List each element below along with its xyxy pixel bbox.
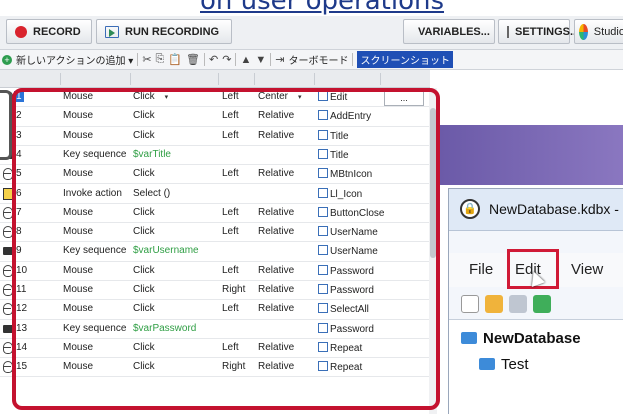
paste-icon[interactable]: 📋 (168, 53, 182, 66)
column-divider (380, 73, 381, 85)
toolbar-divider (270, 53, 272, 66)
column-divider (130, 73, 131, 85)
tree-root-label: NewDatabase (483, 330, 581, 347)
column-divider (314, 73, 315, 85)
studio-label: Studio (593, 25, 623, 38)
copy-icon[interactable]: ⎘ (156, 53, 165, 66)
desktop-background (440, 125, 623, 185)
toolbar-divider (235, 53, 237, 66)
settings-label: SETTINGS... (515, 25, 580, 38)
new-database-icon[interactable] (461, 295, 479, 313)
run-recording-icon (105, 25, 119, 38)
folder-icon (461, 332, 477, 344)
variables-button[interactable]: VARIABLES... (403, 19, 495, 44)
settings-button[interactable]: SETTINGS... (498, 19, 579, 44)
turbo-mode-icon: ⇥ (275, 54, 285, 66)
tree-root[interactable]: NewDatabase (461, 330, 581, 347)
redo-icon[interactable]: ↷ (222, 53, 231, 66)
keepass-preview: 🔒 NewDatabase.kdbx - I File Edit View Ne… (440, 70, 623, 414)
keepass-lock-icon: 🔒 (460, 199, 480, 219)
tree-child[interactable]: Test (479, 356, 529, 373)
run-recording-button[interactable]: RUN RECORDING (96, 19, 232, 44)
column-divider (254, 73, 255, 85)
open-database-icon[interactable] (485, 295, 503, 313)
keepass-window: 🔒 NewDatabase.kdbx - I File Edit View Ne… (448, 188, 623, 414)
studio-logo-icon (579, 23, 588, 40)
record-button[interactable]: RECORD (6, 19, 92, 44)
group-tree: NewDatabase Test (449, 319, 623, 414)
settings-icon (507, 25, 509, 38)
toolbar-divider (204, 53, 206, 66)
action-list-highlight (12, 88, 440, 410)
toolbar-divider (352, 53, 354, 66)
page-heading: on user operations (200, 0, 445, 16)
add-entry-icon[interactable] (533, 295, 551, 313)
keepass-toolbar (461, 293, 623, 317)
add-action-icon[interactable]: + (2, 54, 12, 65)
screenshot-button[interactable]: スクリーンショット (357, 51, 453, 68)
studio-button[interactable]: Studio (574, 19, 623, 44)
keepass-titlebar: 🔒 NewDatabase.kdbx - I (449, 189, 623, 231)
column-divider (218, 73, 219, 85)
turbo-mode-toggle[interactable]: ターボモード (288, 52, 348, 67)
undo-icon[interactable]: ↶ (209, 53, 218, 66)
delete-icon[interactable]: 🗑 (186, 53, 200, 66)
record-label: RECORD (33, 25, 81, 38)
column-header-row (0, 70, 430, 88)
move-down-icon[interactable]: ▼ (255, 54, 266, 66)
menu-view[interactable]: View (571, 261, 603, 278)
menu-file[interactable]: File (469, 261, 493, 278)
keepass-window-title: NewDatabase.kdbx - I (489, 201, 623, 217)
callout-bracket (0, 90, 12, 160)
cut-icon[interactable]: ✂ (142, 53, 151, 66)
column-divider (60, 73, 61, 85)
folder-icon (479, 358, 495, 370)
run-recording-label: RUN RECORDING (125, 25, 220, 38)
move-up-icon[interactable]: ▲ (240, 54, 251, 66)
toolbar-divider (137, 53, 139, 66)
add-action-menu[interactable]: 新しいアクションの追加 ▾ (16, 52, 133, 67)
record-icon (15, 25, 27, 38)
action-toolbar: + 新しいアクションの追加 ▾ ✂ ⎘ 📋 🗑 ↶ ↷ ▲ ▼ ⇥ ターボモード… (0, 50, 623, 70)
recorder-toolbar: RECORD RUN RECORDING VARIABLES... SETTIN… (0, 16, 623, 50)
save-database-icon[interactable] (509, 295, 527, 313)
tree-child-label: Test (501, 356, 529, 373)
variables-label: VARIABLES... (418, 25, 490, 38)
